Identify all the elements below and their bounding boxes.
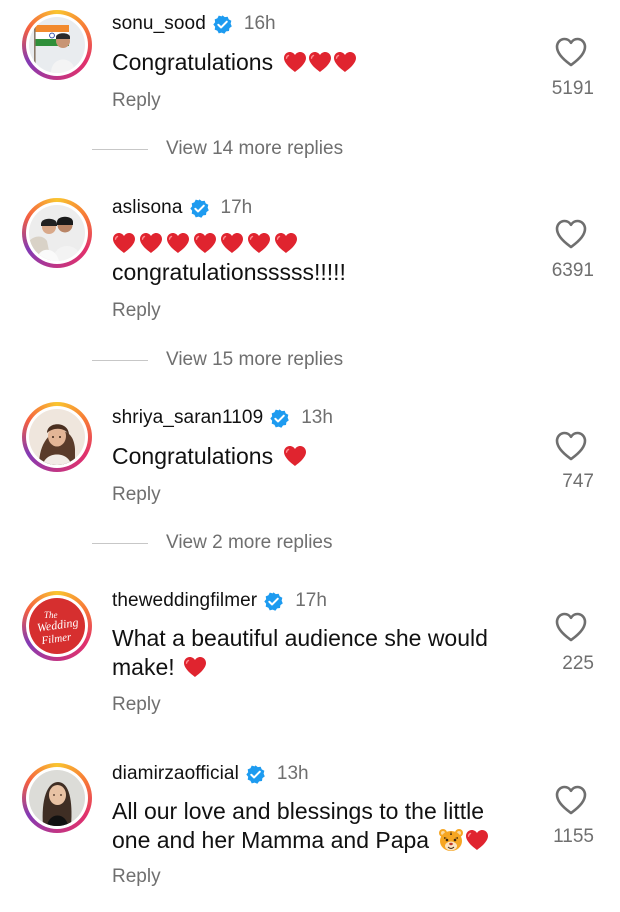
avatar-photo	[29, 770, 85, 826]
comment-text-content: make!	[112, 654, 175, 680]
comment-header: aslisona 17h	[112, 194, 252, 222]
view-replies-label: View 15 more replies	[166, 349, 344, 370]
red-heart-emoji	[308, 51, 332, 73]
comment-text-line: one and her Mamma and Papa	[112, 826, 532, 855]
red-heart-emoji	[283, 51, 307, 73]
red-heart-emoji	[274, 232, 298, 254]
red-heart-emoji	[166, 232, 190, 254]
username[interactable]: theweddingfilmer	[112, 590, 257, 612]
red-heart-emoji	[193, 232, 217, 254]
red-heart-emoji	[465, 829, 489, 851]
red-heart-emoji	[333, 51, 357, 73]
comment-text: All our love and blessings to the little…	[112, 797, 532, 855]
avatar-ring: The Wedding Filmer	[26, 595, 88, 657]
verified-badge-icon	[189, 198, 210, 219]
comment-header: shriya_saran1109 13h	[112, 404, 333, 432]
wedding-filmer-logo: The Wedding Filmer	[29, 598, 85, 654]
like-count[interactable]: 747	[562, 471, 594, 493]
avatar[interactable]	[22, 402, 92, 472]
comment-text: Congratulations	[112, 442, 532, 471]
reply-button[interactable]: Reply	[112, 694, 161, 716]
reply-button[interactable]: Reply	[112, 484, 161, 506]
heart-outline-icon[interactable]	[554, 218, 588, 250]
divider	[92, 542, 148, 544]
username[interactable]: shriya_saran1109	[112, 407, 263, 429]
tiger-face-emoji	[439, 829, 464, 851]
like-count[interactable]: 225	[562, 653, 594, 675]
comment-text-content: Congratulations	[112, 49, 274, 75]
heart-outline-icon[interactable]	[554, 611, 588, 643]
reply-button[interactable]: Reply	[112, 90, 161, 112]
verified-badge-icon	[263, 591, 284, 612]
comment-text-line: What a beautiful audience she would	[112, 625, 488, 651]
red-heart-emoji	[247, 232, 271, 254]
view-replies-button[interactable]: View 2 more replies	[92, 532, 333, 554]
username[interactable]: aslisona	[112, 197, 183, 219]
comment-header: sonu_sood 16h	[112, 10, 276, 38]
like-count[interactable]: 1155	[553, 826, 594, 848]
like-count[interactable]: 6391	[552, 260, 594, 282]
view-replies-label: View 14 more replies	[166, 138, 344, 159]
avatar-photo	[29, 409, 85, 465]
view-replies-label: View 2 more replies	[166, 532, 333, 553]
username[interactable]: diamirzaofficial	[112, 763, 239, 785]
avatar[interactable]	[22, 10, 92, 80]
heart-outline-icon[interactable]	[554, 784, 588, 816]
avatar-photo	[29, 205, 85, 261]
verified-badge-icon	[212, 14, 233, 35]
comment-header: theweddingfilmer 17h	[112, 587, 327, 615]
username[interactable]: sonu_sood	[112, 13, 206, 35]
comment-text-line: All our love and blessings to the little	[112, 798, 485, 824]
avatar[interactable]	[22, 198, 92, 268]
heart-emoji-row	[112, 232, 299, 254]
timestamp: 13h	[276, 763, 309, 784]
comment-text: congratulationsssss!!!!!	[112, 259, 346, 285]
timestamp: 13h	[301, 407, 333, 428]
red-heart-emoji	[112, 232, 136, 254]
timestamp: 16h	[243, 13, 276, 34]
verified-badge-icon	[245, 764, 266, 785]
verified-badge-icon	[269, 408, 290, 429]
avatar-ring	[26, 202, 88, 264]
comment-text-content: one and her Mamma and Papa	[112, 827, 430, 853]
heart-outline-icon[interactable]	[554, 36, 588, 68]
avatar-ring	[26, 406, 88, 468]
avatar-photo	[29, 17, 85, 73]
comment-text-content: Congratulations	[112, 443, 274, 469]
view-replies-button[interactable]: View 14 more replies	[92, 138, 343, 160]
comment-text-line: make!	[112, 653, 532, 682]
reply-button[interactable]: Reply	[112, 866, 161, 888]
divider	[92, 148, 148, 150]
comment-header: diamirzaofficial 13h	[112, 760, 309, 788]
view-replies-button[interactable]: View 15 more replies	[92, 349, 343, 371]
timestamp: 17h	[295, 590, 327, 611]
avatar-ring	[26, 767, 88, 829]
divider	[92, 359, 148, 361]
reply-button[interactable]: Reply	[112, 300, 161, 322]
red-heart-emoji	[283, 445, 307, 467]
heart-outline-icon[interactable]	[554, 430, 588, 462]
timestamp: 17h	[220, 197, 253, 218]
red-heart-emoji	[183, 656, 207, 678]
avatar[interactable]: The Wedding Filmer	[22, 591, 92, 661]
avatar[interactable]	[22, 763, 92, 833]
comment-text: What a beautiful audience she would make…	[112, 624, 532, 682]
red-heart-emoji	[139, 232, 163, 254]
avatar-ring	[26, 14, 88, 76]
like-count[interactable]: 5191	[552, 78, 594, 100]
red-heart-emoji	[220, 232, 244, 254]
comment-text: Congratulations	[112, 48, 532, 77]
